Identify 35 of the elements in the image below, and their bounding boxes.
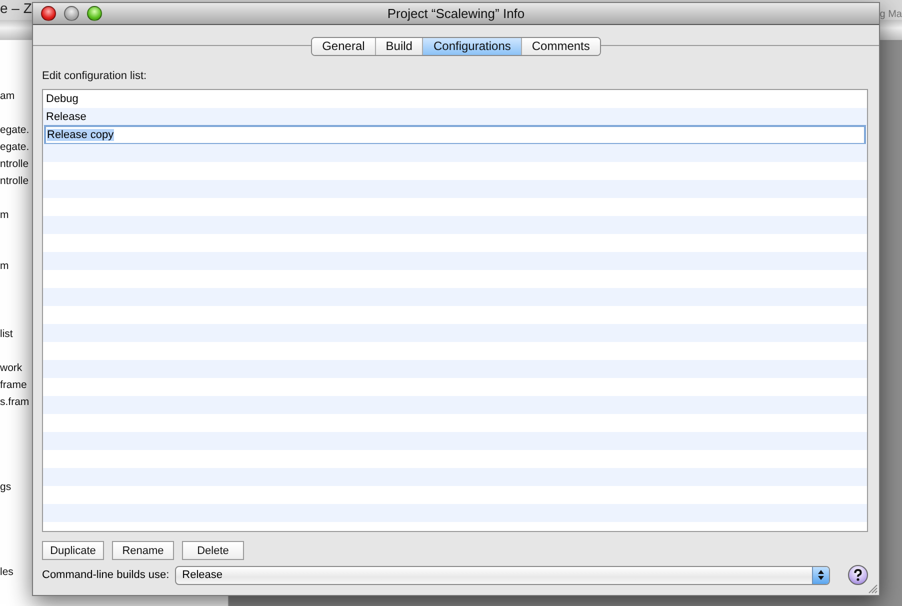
push-button[interactable]: Rename (112, 541, 174, 560)
file-name[interactable]: m (0, 258, 9, 275)
file-name[interactable]: ntrolle (0, 173, 29, 190)
file-name[interactable]: les (0, 564, 14, 581)
file-name[interactable]: list (0, 326, 13, 343)
tab[interactable]: Build (376, 38, 424, 55)
push-button[interactable]: Delete (182, 541, 244, 560)
name-field[interactable]: Release copy (44, 125, 866, 145)
push-button[interactable]: Duplicate (42, 541, 104, 560)
stepper-arrows-icon (817, 569, 825, 581)
list-label: Edit configuration list: (42, 70, 148, 82)
window-title: Project “Scalewing” Info (387, 6, 525, 21)
resize-grip-icon[interactable] (867, 583, 878, 594)
file-name[interactable]: gs (0, 479, 12, 496)
list-item[interactable]: Release (43, 108, 867, 126)
help-button[interactable] (848, 565, 868, 585)
file-name[interactable]: egate. (0, 122, 30, 139)
file-name[interactable]: ntrolle (0, 156, 29, 173)
file-name[interactable]: m (0, 207, 9, 224)
tab[interactable]: General (312, 38, 376, 55)
minimize-button[interactable] (64, 6, 79, 21)
file-name[interactable]: frame (0, 377, 27, 394)
window-title: e – Z (0, 0, 32, 16)
tab[interactable]: Configurations (423, 38, 522, 55)
toolbar-label: g Ma (880, 8, 902, 20)
zoom-button[interactable] (87, 6, 102, 21)
tab[interactable]: Comments (522, 38, 600, 55)
file-name[interactable]: egate. (0, 139, 30, 156)
field-label: Command-line builds use: (42, 569, 170, 581)
file-name[interactable]: work (0, 360, 22, 377)
configuration-dropdown[interactable]: Release (175, 566, 830, 584)
file-name[interactable]: am (0, 88, 15, 105)
close-button[interactable] (41, 6, 56, 21)
question-mark-icon (851, 568, 865, 582)
file-name[interactable]: s.fram (0, 394, 30, 411)
